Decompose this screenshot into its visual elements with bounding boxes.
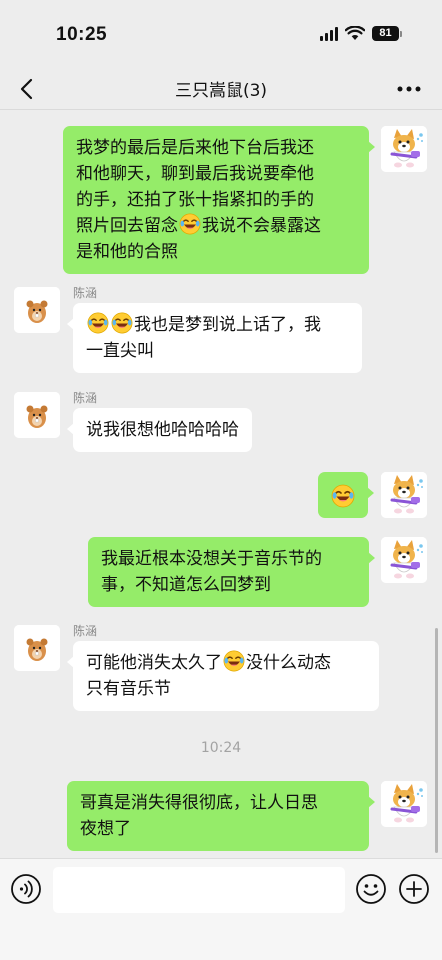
outgoing-message-bubble[interactable] xyxy=(318,472,374,518)
message-line: 事，不知道怎么回梦到 xyxy=(101,575,271,595)
message-line: 一直尖叫 xyxy=(86,341,154,361)
wifi-icon xyxy=(345,26,365,40)
status-bar: 10:25 81 xyxy=(0,0,442,68)
my-avatar[interactable] xyxy=(381,472,427,518)
outgoing-message-bubble[interactable]: 哥真是消失得很彻底，让人日思 夜想了 xyxy=(67,781,375,851)
message-timestamp: 10:24 xyxy=(200,740,242,756)
more-options-icon[interactable] xyxy=(394,78,424,100)
status-time: 10:25 xyxy=(56,24,108,45)
message-line: 我也是梦到说上话了，我 xyxy=(86,312,349,338)
message-line: 照片回去留念 我说不会暴露这 xyxy=(76,213,356,239)
nav-bar: 三只嵩鼠(3) xyxy=(0,68,442,110)
message-line: 只有音乐节 xyxy=(86,679,171,699)
more-functions-plus-icon[interactable] xyxy=(398,873,430,905)
message-line: 我最近根本没想关于音乐节的 xyxy=(101,549,322,569)
message-line: 我梦的最后是后来他下台后我还 xyxy=(76,138,314,158)
incoming-message-bubble[interactable]: 我也是梦到说上话了，我 一直尖叫 xyxy=(67,303,362,373)
sender-name: 陈涵 xyxy=(73,624,98,638)
chat-scrollbar[interactable] xyxy=(435,628,438,853)
battery-level: 81 xyxy=(372,26,399,41)
my-avatar[interactable] xyxy=(381,126,427,172)
sender-avatar[interactable] xyxy=(14,625,60,671)
laugh-cry-emoji xyxy=(87,312,109,334)
battery-icon: 81 xyxy=(372,26,402,41)
chat-area[interactable]: 我梦的最后是后来他下台后我还 和他聊天，聊到最后我说要牵他 的手，还拍了张十指紧… xyxy=(0,110,442,858)
message-line: 哥真是消失得很彻底，让人日思 xyxy=(80,793,318,813)
sender-name: 陈涵 xyxy=(73,286,98,300)
input-bar xyxy=(0,858,442,960)
laugh-cry-emoji xyxy=(223,650,245,672)
message-text: 说我很想他哈哈哈哈 xyxy=(86,420,239,440)
chat-title: 三只嵩鼠(3) xyxy=(174,81,268,101)
outgoing-message-bubble[interactable]: 我梦的最后是后来他下台后我还 和他聊天，聊到最后我说要牵他 的手，还拍了张十指紧… xyxy=(63,126,375,274)
incoming-message-bubble[interactable]: 可能他消失太久了 没什么动态 只有音乐节 xyxy=(67,641,379,711)
voice-input-icon[interactable] xyxy=(10,873,42,905)
message-line: 是和他的合照 xyxy=(76,242,178,262)
laugh-cry-emoji xyxy=(179,213,201,235)
incoming-message-bubble[interactable]: 说我很想他哈哈哈哈 xyxy=(67,408,252,452)
sender-name: 陈涵 xyxy=(73,391,98,405)
cellular-signal-icon xyxy=(320,26,338,41)
laugh-cry-emoji xyxy=(111,312,133,334)
laugh-cry-emoji xyxy=(331,484,355,508)
sender-avatar[interactable] xyxy=(14,287,60,333)
message-line: 可能他消失太久了 没什么动态 xyxy=(86,650,366,676)
message-line: 夜想了 xyxy=(80,819,131,839)
message-input[interactable] xyxy=(53,867,345,913)
my-avatar[interactable] xyxy=(381,537,427,583)
my-avatar[interactable] xyxy=(381,781,427,827)
outgoing-message-bubble[interactable]: 我最近根本没想关于音乐节的 事，不知道怎么回梦到 xyxy=(88,537,375,607)
status-icons: 81 xyxy=(320,26,402,41)
message-line: 的手，还拍了张十指紧扣的手的 xyxy=(76,190,314,210)
emoji-picker-icon[interactable] xyxy=(355,873,387,905)
message-line: 和他聊天，聊到最后我说要牵他 xyxy=(76,164,314,184)
sender-avatar[interactable] xyxy=(14,392,60,438)
